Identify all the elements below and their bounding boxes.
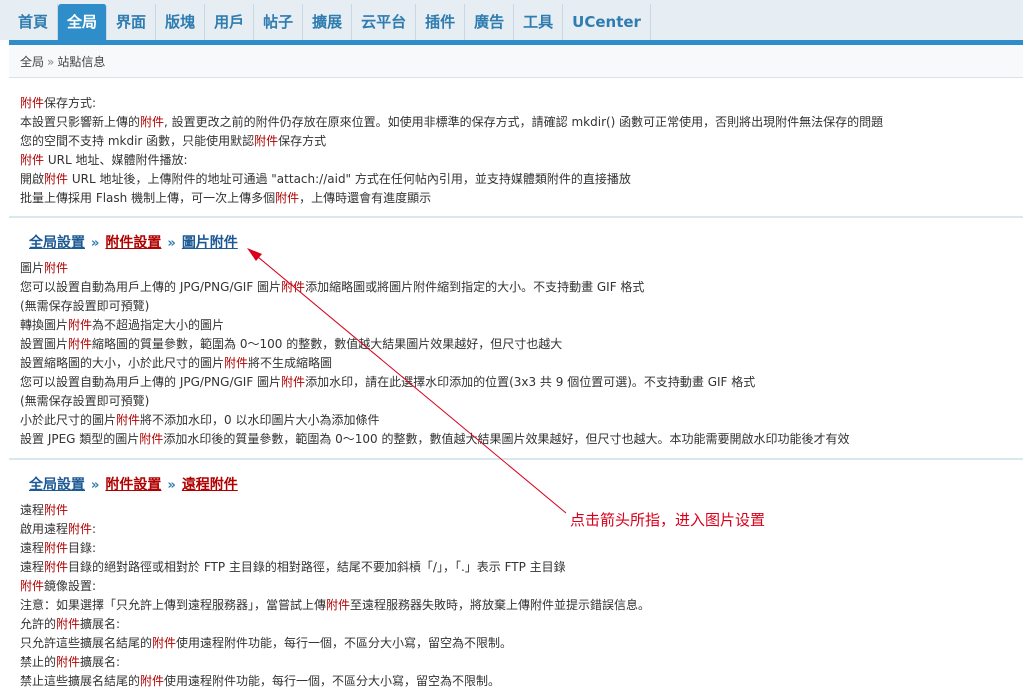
tab-ucenter[interactable]: UCenter bbox=[563, 4, 651, 40]
section-header-remote-attachments: 全局設置 » 附件設置 » 遠程附件 bbox=[29, 474, 238, 494]
help-line: 遠程附件目錄: bbox=[20, 541, 97, 555]
help-line: (無需保存設置即可預覽) bbox=[20, 394, 150, 408]
crumb-attachment-settings[interactable]: 附件設置 bbox=[105, 477, 161, 493]
help-line: 附件 URL 地址、媒體附件播放: bbox=[20, 153, 188, 167]
tab-posts[interactable]: 帖子 bbox=[254, 4, 304, 40]
help-line: 允許的附件擴展名: bbox=[20, 617, 121, 631]
double-arrow-icon: » bbox=[91, 236, 100, 251]
crumb-global-settings[interactable]: 全局設置 bbox=[29, 235, 85, 251]
tab-users[interactable]: 用戶 bbox=[205, 4, 255, 40]
help-line: 設置縮略圖的大小，小於此尺寸的圖片附件將不生成縮略圖 bbox=[20, 356, 333, 370]
section-divider bbox=[9, 216, 1023, 218]
help-line: 禁止這些擴展名結尾的附件使用遠程附件功能，每行一個，不區分大小寫，留空為不限制。 bbox=[20, 674, 501, 688]
help-line: 圖片附件 bbox=[20, 261, 69, 275]
help-line: 設置圖片附件縮略圖的質量參數，範圍為 0～100 的整數，數值越大結果圖片效果越… bbox=[20, 337, 563, 351]
help-line: 轉換圖片附件為不超過指定大小的圖片 bbox=[20, 318, 225, 332]
help-line: 開啟附件 URL 地址後，上傳附件的地址可通過 "attach://aid" 方… bbox=[20, 172, 631, 186]
tab-home[interactable]: 首頁 bbox=[9, 4, 59, 40]
tab-plugins[interactable]: 插件 bbox=[416, 4, 466, 40]
help-line: 禁止的附件擴展名: bbox=[20, 655, 121, 669]
crumb-remote-attachments[interactable]: 遠程附件 bbox=[182, 477, 238, 493]
help-line: (無需保存設置即可預覽) bbox=[20, 299, 150, 313]
tab-global[interactable]: 全局 bbox=[58, 4, 108, 40]
top-navigation: 首頁 全局 界面 版塊 用戶 帖子 擴展 云平台 插件 廣告 工具 UCente… bbox=[0, 0, 1023, 40]
tab-extensions[interactable]: 擴展 bbox=[303, 4, 353, 40]
help-line: 您的空間不支持 mkdir 函數，只能使用默認附件保存方式 bbox=[20, 134, 327, 148]
help-line: 附件鏡像設置: bbox=[20, 579, 97, 593]
tab-tools[interactable]: 工具 bbox=[514, 4, 564, 40]
breadcrumb-root[interactable]: 全局 bbox=[20, 55, 44, 69]
tab-cloud-platform[interactable]: 云平台 bbox=[352, 4, 417, 40]
breadcrumb: 全局» 站點信息 bbox=[20, 45, 105, 80]
section-header-image-attachments: 全局設置 » 附件設置 » 圖片附件 bbox=[29, 232, 238, 252]
tab-ads[interactable]: 廣告 bbox=[465, 4, 515, 40]
help-line: 只允許這些擴展名結尾的附件使用遠程附件功能，每行一個，不區分大小寫，留空為不限制… bbox=[20, 636, 513, 650]
help-line: 批量上傳採用 Flash 機制上傳，可一次上傳多個附件，上傳時還會有進度顯示 bbox=[20, 191, 432, 205]
help-line: 遠程附件目錄的絕對路徑或相對於 FTP 主目錄的相對路徑，結尾不要加斜槓「/」，… bbox=[20, 560, 566, 574]
nav-tabs: 首頁 全局 界面 版塊 用戶 帖子 擴展 云平台 插件 廣告 工具 UCente… bbox=[9, 4, 651, 40]
help-line: 您可以設置自動為用戶上傳的 JPG/PNG/GIF 圖片附件添加縮略圖或將圖片附… bbox=[20, 280, 645, 294]
help-line: 設置 JPEG 類型的圖片附件添加水印後的質量參數，範圍為 0～100 的整數，… bbox=[20, 432, 850, 446]
help-line: 附件保存方式: bbox=[20, 96, 97, 110]
double-arrow-icon: » bbox=[167, 236, 176, 251]
crumb-attachment-settings[interactable]: 附件設置 bbox=[105, 235, 161, 251]
double-arrow-icon: » bbox=[91, 478, 100, 493]
crumb-image-attachments[interactable]: 圖片附件 bbox=[182, 235, 238, 251]
double-arrow-icon: » bbox=[167, 478, 176, 493]
help-line: 您可以設置自動為用戶上傳的 JPG/PNG/GIF 圖片附件添加水印，請在此選擇… bbox=[20, 375, 756, 389]
help-line: 本設置只影響新上傳的附件, 設置更改之前的附件仍存放在原來位置。如使用非標準的保… bbox=[20, 115, 884, 129]
help-line: 注意：如果選擇「只允許上傳到遠程服務器」，當嘗試上傳附件至遠程服務器失敗時，將放… bbox=[20, 598, 651, 612]
breadcrumb-bar: 全局» 站點信息 bbox=[9, 45, 1023, 78]
section-divider bbox=[9, 458, 1023, 460]
tab-forums[interactable]: 版塊 bbox=[156, 4, 206, 40]
breadcrumb-separator: » bbox=[47, 55, 55, 69]
crumb-global-settings[interactable]: 全局設置 bbox=[29, 477, 85, 493]
help-line: 遠程附件 bbox=[20, 503, 69, 517]
help-line: 小於此尺寸的圖片附件將不添加水印，0 以水印圖片大小為添加條件 bbox=[20, 413, 380, 427]
annotation-text: 点击箭头所指，进入图片设置 bbox=[570, 511, 766, 529]
help-line: 啟用遠程附件: bbox=[20, 522, 97, 536]
tab-interface[interactable]: 界面 bbox=[107, 4, 157, 40]
breadcrumb-current: 站點信息 bbox=[57, 55, 106, 69]
